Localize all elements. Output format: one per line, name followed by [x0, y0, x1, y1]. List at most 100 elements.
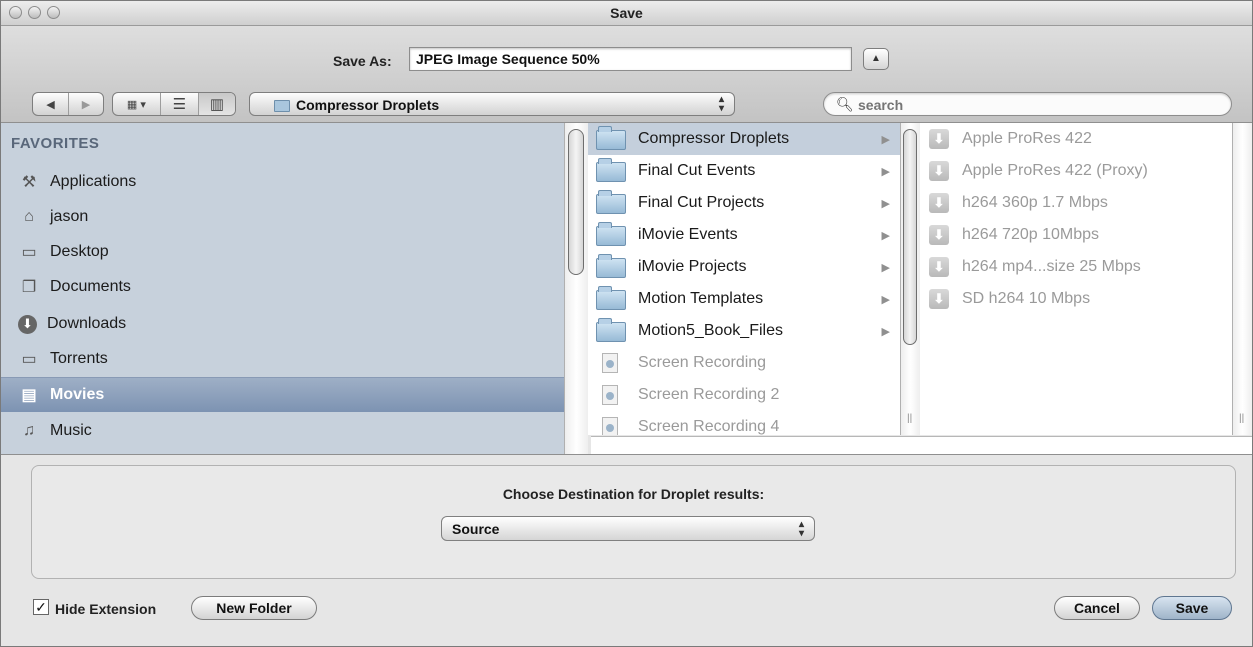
list-view-button[interactable]: ☰ [161, 93, 199, 115]
droplet-icon: ⬇ [928, 256, 950, 278]
sidebar-scroll-thumb[interactable] [568, 129, 584, 275]
documents-icon: ❐ [21, 279, 37, 296]
sidebar-item-downloads[interactable]: ⬇ Downloads [1, 307, 564, 341]
folder-icon [596, 254, 626, 278]
chevron-right-icon: ▶ [881, 229, 890, 242]
sidebar-item-label: Music [50, 422, 92, 439]
column-resize-handle[interactable]: || [1239, 413, 1244, 424]
column-resize-handle[interactable]: || [907, 413, 912, 424]
sidebar: FAVORITES ⚒ Applications ⌂ jason ▭ Deskt… [1, 123, 564, 454]
list-item-label: Apple ProRes 422 [962, 130, 1092, 147]
sidebar-item-applications[interactable]: ⚒ Applications [1, 165, 564, 199]
file-browser: FAVORITES ⚒ Applications ⌂ jason ▭ Deskt… [1, 123, 1252, 455]
list-item-compressor-droplets[interactable]: Compressor Droplets ▶ [588, 123, 900, 155]
list-item-screen-recording: Screen Recording [588, 347, 900, 379]
sidebar-item-desktop[interactable]: ▭ Desktop [1, 235, 564, 269]
window-title: Save [610, 5, 643, 21]
column-2: ⬇ Apple ProRes 422 ⬇ Apple ProRes 422 (P… [920, 123, 1232, 435]
chevron-right-icon: ▶ [881, 293, 890, 306]
list-item-label: iMovie Projects [638, 258, 747, 275]
column-1: Compressor Droplets ▶ Final Cut Events ▶… [588, 123, 900, 435]
sidebar-item-torrents[interactable]: ▭ Torrents [1, 342, 564, 376]
sidebar-item-music[interactable]: ♫ Music [1, 414, 564, 448]
dialog-footer: ✓ Hide Extension New Folder Cancel Save [1, 589, 1252, 629]
desktop-icon: ▭ [21, 244, 37, 261]
cancel-button[interactable]: Cancel [1054, 596, 1140, 620]
list-item-apple-prores-422: ⬇ Apple ProRes 422 [920, 123, 1232, 155]
list-item-final-cut-projects[interactable]: Final Cut Projects ▶ [588, 187, 900, 219]
popup-arrows-icon: ▴ ▾ [798, 519, 804, 539]
list-item-label: Compressor Droplets [638, 130, 790, 147]
droplet-icon: ⬇ [928, 288, 950, 310]
chevron-up-icon: ▲ [871, 53, 881, 64]
list-item-label: iMovie Events [638, 226, 738, 243]
list-item-label: h264 mp4...size 25 Mbps [962, 258, 1141, 275]
list-item-label: Apple ProRes 422 (Proxy) [962, 162, 1148, 179]
sidebar-item-label: Documents [50, 278, 131, 295]
save-dialog: Save Save As: ▲ ◀ ▶ ▦ ▾ ☰ ▥ Compressor D… [0, 0, 1253, 647]
movie-file-icon [602, 417, 618, 435]
hide-extension-checkbox[interactable]: ✓ [33, 599, 49, 615]
browser-horizontal-scrollbar[interactable] [591, 436, 1252, 454]
triangle-right-icon: ▶ [81, 98, 91, 111]
sidebar-scrollbar[interactable] [564, 123, 588, 454]
column-1-scrollbar[interactable]: || [900, 123, 920, 435]
movies-icon: ▤ [21, 387, 37, 404]
collapse-dialog-button[interactable]: ▲ [863, 48, 889, 70]
location-popup[interactable]: Compressor Droplets ▴ ▾ [249, 92, 735, 116]
downloads-icon: ⬇ [18, 314, 37, 334]
list-item-label: Screen Recording 2 [638, 386, 780, 403]
home-icon: ⌂ [24, 208, 34, 225]
save-as-field[interactable] [409, 47, 852, 71]
hide-extension-label[interactable]: Hide Extension [55, 601, 156, 617]
list-item-imovie-projects[interactable]: iMovie Projects ▶ [588, 251, 900, 283]
list-item-label: SD h264 10 Mbps [962, 290, 1091, 307]
chevron-right-icon: ▶ [881, 133, 890, 146]
list-item-h264-mp4: ⬇ h264 mp4...size 25 Mbps [920, 251, 1232, 283]
sidebar-item-label: Downloads [47, 315, 127, 332]
droplet-icon: ⬇ [928, 160, 950, 182]
droplet-icon: ⬇ [928, 192, 950, 214]
dialog-toolbar: Save As: ▲ ◀ ▶ ▦ ▾ ☰ ▥ Compressor Drople… [1, 26, 1252, 123]
movie-file-icon [602, 353, 618, 373]
save-button[interactable]: Save [1152, 596, 1232, 620]
sidebar-item-documents[interactable]: ❐ Documents [1, 270, 564, 304]
folder-icon [596, 158, 626, 182]
folder-icon [274, 100, 290, 112]
search-field[interactable]: 🔍︎ [823, 92, 1232, 116]
list-item-screen-recording-4: Screen Recording 4 [588, 411, 900, 435]
sidebar-item-label: Torrents [50, 350, 108, 367]
list-item-label: Motion5_Book_Files [638, 322, 783, 339]
icon-view-button[interactable]: ▦ ▾ [113, 93, 161, 115]
list-view-icon: ☰ [172, 96, 187, 113]
forward-button[interactable]: ▶ [69, 93, 103, 115]
location-label: Compressor Droplets [296, 97, 440, 113]
list-item-label: Screen Recording [638, 354, 767, 371]
column-view-button[interactable]: ▥ [198, 93, 235, 115]
new-folder-button[interactable]: New Folder [191, 596, 317, 620]
back-button[interactable]: ◀ [33, 93, 69, 115]
title-bar[interactable]: Save [1, 1, 1252, 26]
list-item-motion5-book-files[interactable]: Motion5_Book_Files ▶ [588, 315, 900, 347]
list-item-sd-h264: ⬇ SD h264 10 Mbps [920, 283, 1232, 315]
list-item-label: Screen Recording 4 [638, 418, 780, 435]
droplet-icon: ⬇ [928, 128, 950, 150]
list-item-motion-templates[interactable]: Motion Templates ▶ [588, 283, 900, 315]
destination-popup[interactable]: Source ▴ ▾ [441, 516, 815, 541]
column-1-scroll-thumb[interactable] [903, 129, 917, 345]
list-item-label: Final Cut Projects [638, 194, 765, 211]
search-input[interactable] [856, 96, 1220, 114]
list-item-label: Motion Templates [638, 290, 764, 307]
list-item-final-cut-events[interactable]: Final Cut Events ▶ [588, 155, 900, 187]
chevron-right-icon: ▶ [881, 325, 890, 338]
sidebar-section-favorites: FAVORITES [11, 135, 100, 152]
list-item-apple-prores-422-proxy: ⬇ Apple ProRes 422 (Proxy) [920, 155, 1232, 187]
sidebar-item-label: Movies [50, 386, 105, 403]
column-2-scrollbar[interactable]: || [1232, 123, 1252, 435]
triangle-left-icon: ◀ [46, 98, 55, 111]
sidebar-item-jason[interactable]: ⌂ jason [1, 200, 564, 234]
list-item-imovie-events[interactable]: iMovie Events ▶ [588, 219, 900, 251]
music-icon: ♫ [23, 422, 35, 439]
sidebar-item-movies[interactable]: ▤ Movies [1, 377, 564, 412]
list-item-label: h264 360p 1.7 Mbps [962, 194, 1108, 211]
